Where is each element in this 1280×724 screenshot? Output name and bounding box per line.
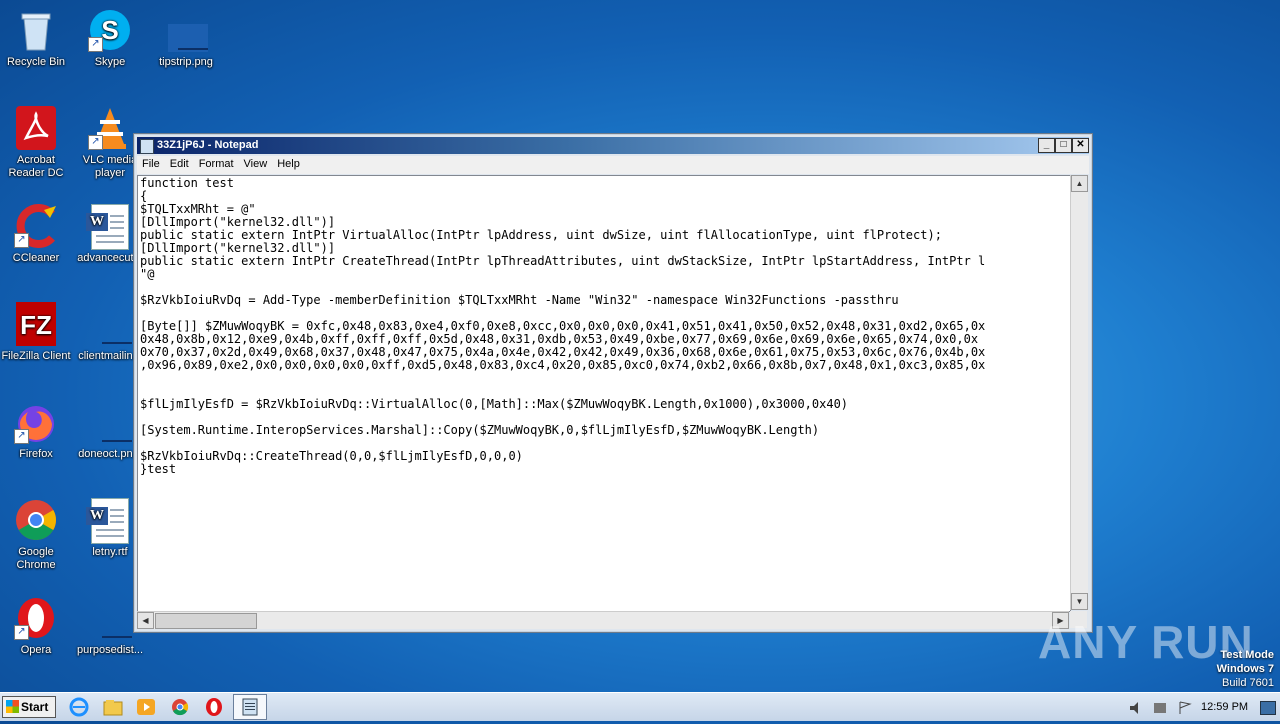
os-label: Windows 7 <box>1216 663 1274 675</box>
image-file-icon <box>88 400 132 444</box>
minimize-button[interactable]: _ <box>1038 138 1055 153</box>
ccleaner-icon: ↗ <box>14 204 58 248</box>
vlc-icon: ↗ <box>88 106 132 150</box>
title-bar[interactable]: 33Z1jP6J - Notepad _ □ ✕ <box>137 137 1089 154</box>
menu-file[interactable]: File <box>137 156 165 170</box>
desktop-icon-filezilla[interactable]: FZ FileZilla Client <box>0 302 72 363</box>
taskbar-notepad-button[interactable] <box>233 694 267 720</box>
vertical-scrollbar[interactable]: ▲ ▼ <box>1070 175 1088 610</box>
editor-content[interactable]: function test { $TQLTxxMRht = @" [DllImp… <box>138 176 1070 477</box>
text-editor[interactable]: function test { $TQLTxxMRht = @" [DllImp… <box>137 175 1071 612</box>
notepad-icon <box>140 139 154 154</box>
image-file-icon <box>88 302 132 346</box>
desktop-icon-recycle-bin[interactable]: Recycle Bin <box>0 8 72 69</box>
image-file-icon <box>164 8 208 52</box>
maximize-button[interactable]: □ <box>1055 138 1072 153</box>
start-label: Start <box>21 700 49 714</box>
taskbar: Start 12:59 PM <box>0 692 1280 721</box>
acrobat-icon <box>14 106 58 150</box>
opera-taskbar-icon[interactable] <box>203 697 225 717</box>
desktop-icon-chrome[interactable]: Google Chrome <box>0 498 72 572</box>
word-document-icon: W <box>86 204 132 250</box>
filezilla-icon: FZ <box>14 302 58 346</box>
close-button[interactable]: ✕ <box>1072 138 1089 153</box>
word-document-icon: W <box>86 498 132 544</box>
desktop-icon-label: Acrobat Reader DC <box>8 154 64 179</box>
shortcut-arrow-icon: ↗ <box>88 135 103 150</box>
desktop-icon-label: Firefox <box>19 448 53 460</box>
firefox-icon: ↗ <box>14 400 58 444</box>
scroll-down-arrow-icon[interactable]: ▼ <box>1071 593 1088 610</box>
desktop-icon-label: purposedist... <box>76 644 144 656</box>
menu-view[interactable]: View <box>239 156 273 170</box>
desktop-icon-opera[interactable]: ↗ Opera <box>0 596 72 657</box>
desktop-icon-label: Google Chrome <box>16 546 56 571</box>
image-file-icon <box>88 596 132 640</box>
horizontal-scroll-thumb[interactable] <box>155 613 257 629</box>
menu-edit[interactable]: Edit <box>165 156 194 170</box>
windows-flag-icon <box>6 700 19 713</box>
desktop-icon-firefox[interactable]: ↗ Firefox <box>0 400 72 461</box>
desktop-icon-skype[interactable]: S ↗ Skype <box>74 8 146 69</box>
skype-icon: S ↗ <box>88 8 132 52</box>
window-title: 33Z1jP6J - Notepad <box>157 139 259 151</box>
test-mode-notice: Test Mode Windows 7 Build 7601 <box>1217 648 1274 690</box>
tray-icons[interactable] <box>1128 700 1198 716</box>
clock[interactable]: 12:59 PM <box>1201 701 1248 713</box>
menu-bar: File Edit Format View Help <box>137 156 1089 174</box>
file-explorer-icon[interactable] <box>102 697 124 717</box>
desktop-icon-ccleaner[interactable]: ↗ CCleaner <box>0 204 72 265</box>
shortcut-arrow-icon: ↗ <box>14 429 29 444</box>
build-label: Build 7601 <box>1222 677 1274 689</box>
recycle-bin-icon <box>14 8 58 52</box>
desktop-icon-acrobat[interactable]: Acrobat Reader DC <box>0 106 72 180</box>
system-tray: 12:59 PM <box>1122 693 1280 721</box>
menu-help[interactable]: Help <box>272 156 305 170</box>
opera-icon: ↗ <box>14 596 58 640</box>
desktop-icon-tipstrip[interactable]: tipstrip.png <box>150 8 222 69</box>
desktop-icon-label: CCleaner <box>12 252 60 264</box>
test-mode-label: Test Mode <box>1220 649 1274 661</box>
menu-format[interactable]: Format <box>194 156 239 170</box>
horizontal-scrollbar[interactable]: ◀ ▶ <box>137 611 1069 629</box>
scroll-left-arrow-icon[interactable]: ◀ <box>137 612 154 629</box>
svg-text:FZ: FZ <box>20 310 52 340</box>
shortcut-arrow-icon: ↗ <box>14 625 29 640</box>
chrome-taskbar-icon[interactable] <box>169 697 191 717</box>
desktop-icon-label: Skype <box>94 56 126 68</box>
svg-text:S: S <box>101 15 118 45</box>
show-desktop-icon[interactable] <box>1260 701 1276 715</box>
desktop-icon-label: FileZilla Client <box>1 350 71 362</box>
internet-explorer-icon[interactable] <box>68 697 90 717</box>
chrome-icon <box>14 498 58 542</box>
scroll-up-arrow-icon[interactable]: ▲ <box>1071 175 1088 192</box>
start-button[interactable]: Start <box>2 696 56 718</box>
shortcut-arrow-icon: ↗ <box>88 37 103 52</box>
desktop-icon-label: tipstrip.png <box>159 56 213 68</box>
desktop-icon-label: Recycle Bin <box>6 56 66 68</box>
shortcut-arrow-icon: ↗ <box>14 233 29 248</box>
notepad-window[interactable]: 33Z1jP6J - Notepad _ □ ✕ File Edit Format V… <box>133 133 1093 633</box>
desktop-icon-label: Opera <box>20 644 52 656</box>
media-player-icon[interactable] <box>135 697 157 717</box>
